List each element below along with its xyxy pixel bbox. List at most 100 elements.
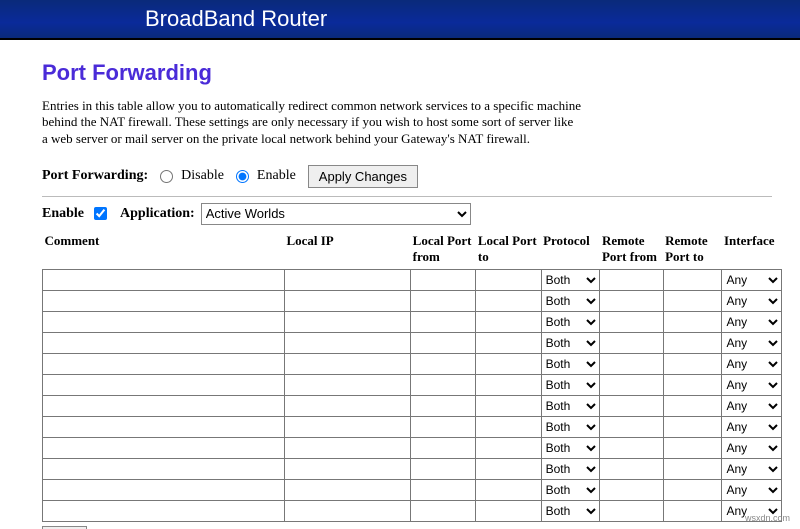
remoteport-to-input[interactable] — [664, 292, 722, 310]
remoteport-from-input[interactable] — [600, 292, 662, 310]
remoteport-to-input[interactable] — [664, 439, 722, 457]
protocol-select[interactable]: Both — [542, 354, 600, 374]
comment-input[interactable] — [43, 481, 284, 499]
protocol-select[interactable]: Both — [542, 396, 600, 416]
comment-input[interactable] — [43, 355, 284, 373]
comment-input[interactable] — [43, 376, 284, 394]
interface-select[interactable]: Any — [722, 480, 781, 500]
remoteport-to-input[interactable] — [664, 481, 722, 499]
pf-disable-radio[interactable] — [160, 170, 173, 183]
comment-input[interactable] — [43, 418, 284, 436]
localport-to-input[interactable] — [476, 292, 540, 310]
localport-from-input[interactable] — [411, 460, 475, 478]
interface-select[interactable]: Any — [722, 354, 781, 374]
protocol-select[interactable]: Both — [542, 480, 600, 500]
remoteport-from-input[interactable] — [600, 271, 662, 289]
protocol-select[interactable]: Both — [542, 333, 600, 353]
localip-input[interactable] — [285, 292, 410, 310]
comment-input[interactable] — [43, 460, 284, 478]
comment-input[interactable] — [43, 502, 284, 520]
localport-to-input[interactable] — [476, 397, 540, 415]
remoteport-to-input[interactable] — [664, 334, 722, 352]
localport-from-input[interactable] — [411, 376, 475, 394]
remoteport-from-input[interactable] — [600, 439, 662, 457]
localip-input[interactable] — [285, 460, 410, 478]
localip-input[interactable] — [285, 397, 410, 415]
localport-from-input[interactable] — [411, 439, 475, 457]
pf-enable-radio[interactable] — [236, 170, 249, 183]
localip-input[interactable] — [285, 355, 410, 373]
remoteport-to-input[interactable] — [664, 397, 722, 415]
interface-select[interactable]: Any — [722, 375, 781, 395]
localport-to-input[interactable] — [476, 439, 540, 457]
localport-from-input[interactable] — [411, 313, 475, 331]
remoteport-to-input[interactable] — [664, 460, 722, 478]
localport-to-input[interactable] — [476, 271, 540, 289]
interface-select[interactable]: Any — [722, 459, 781, 479]
localport-to-input[interactable] — [476, 481, 540, 499]
comment-input[interactable] — [43, 292, 284, 310]
remoteport-from-input[interactable] — [600, 355, 662, 373]
localport-to-input[interactable] — [476, 418, 540, 436]
remoteport-from-input[interactable] — [600, 334, 662, 352]
localport-from-input[interactable] — [411, 271, 475, 289]
localport-from-input[interactable] — [411, 397, 475, 415]
remoteport-to-input[interactable] — [664, 376, 722, 394]
comment-input[interactable] — [43, 313, 284, 331]
protocol-select[interactable]: Both — [542, 375, 600, 395]
localip-input[interactable] — [285, 271, 410, 289]
localport-to-input[interactable] — [476, 355, 540, 373]
protocol-select[interactable]: Both — [542, 312, 600, 332]
remoteport-to-input[interactable] — [664, 502, 722, 520]
application-select[interactable]: Active Worlds — [201, 203, 471, 225]
localport-from-input[interactable] — [411, 418, 475, 436]
localport-from-input[interactable] — [411, 355, 475, 373]
comment-input[interactable] — [43, 334, 284, 352]
protocol-select[interactable]: Both — [542, 417, 600, 437]
comment-input[interactable] — [43, 439, 284, 457]
remoteport-to-input[interactable] — [664, 313, 722, 331]
interface-select[interactable]: Any — [722, 438, 781, 458]
interface-select[interactable]: Any — [722, 291, 781, 311]
comment-input[interactable] — [43, 271, 284, 289]
localport-to-input[interactable] — [476, 460, 540, 478]
localport-to-input[interactable] — [476, 502, 540, 520]
localip-input[interactable] — [285, 313, 410, 331]
localip-input[interactable] — [285, 481, 410, 499]
interface-select[interactable]: Any — [722, 312, 781, 332]
localport-from-input[interactable] — [411, 292, 475, 310]
localport-to-input[interactable] — [476, 313, 540, 331]
localip-input[interactable] — [285, 418, 410, 436]
remoteport-from-input[interactable] — [600, 313, 662, 331]
localip-input[interactable] — [285, 376, 410, 394]
remoteport-from-input[interactable] — [600, 418, 662, 436]
localport-from-input[interactable] — [411, 502, 475, 520]
localport-from-input[interactable] — [411, 481, 475, 499]
localport-to-input[interactable] — [476, 376, 540, 394]
interface-select[interactable]: Any — [722, 396, 781, 416]
protocol-select[interactable]: Both — [542, 291, 600, 311]
enable-checkbox[interactable] — [94, 207, 107, 220]
localport-from-input[interactable] — [411, 334, 475, 352]
interface-select[interactable]: Any — [722, 417, 781, 437]
remoteport-from-input[interactable] — [600, 397, 662, 415]
apply-changes-button[interactable]: Apply Changes — [308, 165, 418, 188]
remoteport-from-input[interactable] — [600, 376, 662, 394]
localport-to-input[interactable] — [476, 334, 540, 352]
remoteport-from-input[interactable] — [600, 502, 662, 520]
comment-input[interactable] — [43, 397, 284, 415]
remoteport-from-input[interactable] — [600, 460, 662, 478]
localip-input[interactable] — [285, 334, 410, 352]
interface-select[interactable]: Any — [722, 270, 781, 290]
interface-select[interactable]: Any — [722, 333, 781, 353]
protocol-select[interactable]: Both — [542, 438, 600, 458]
protocol-select[interactable]: Both — [542, 270, 600, 290]
remoteport-to-input[interactable] — [664, 418, 722, 436]
remoteport-to-input[interactable] — [664, 355, 722, 373]
remoteport-to-input[interactable] — [664, 271, 722, 289]
protocol-select[interactable]: Both — [542, 459, 600, 479]
remoteport-from-input[interactable] — [600, 481, 662, 499]
localip-input[interactable] — [285, 439, 410, 457]
protocol-select[interactable]: Both — [542, 501, 600, 521]
localip-input[interactable] — [285, 502, 410, 520]
